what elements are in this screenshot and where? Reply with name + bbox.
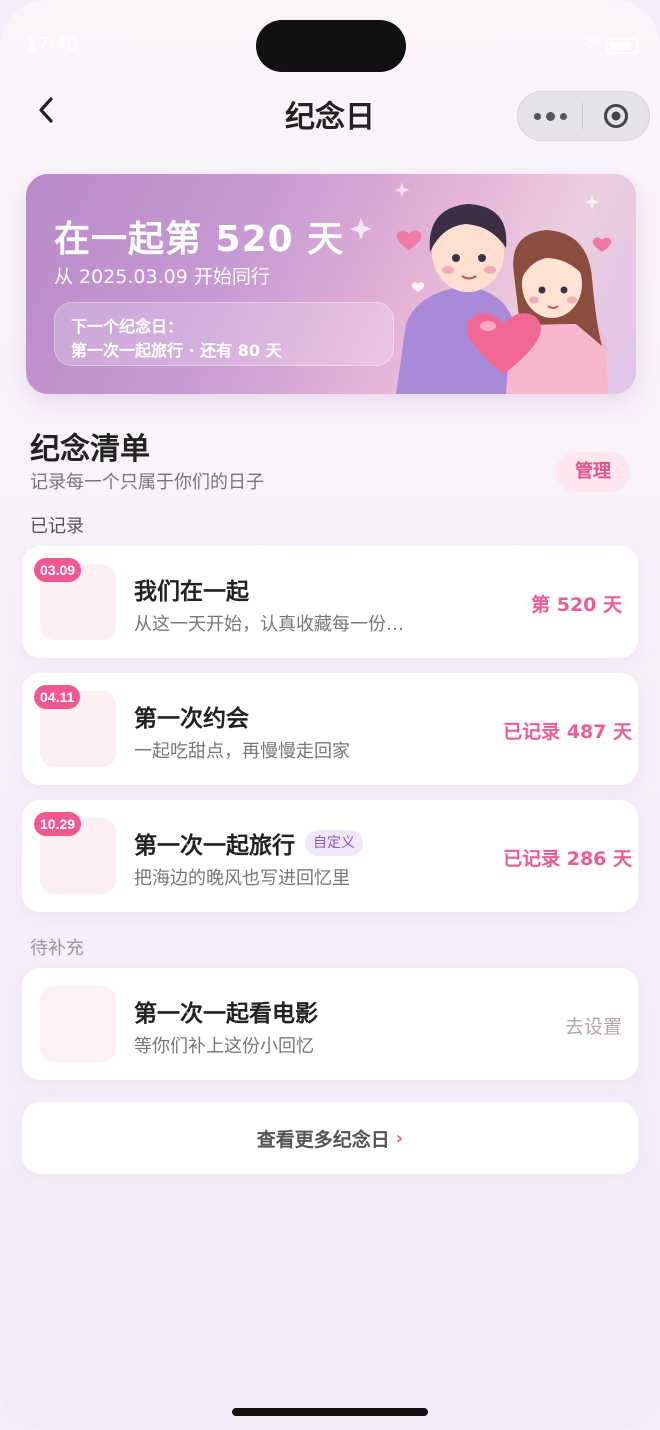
days-together-headline: 在一起第 520 天: [54, 219, 345, 260]
anniversary-banner[interactable]: 在一起第 520 天 从 2025.03.09 开始同行 下一个纪念日： 第一次…: [26, 174, 636, 394]
status-time: 17:40: [26, 34, 78, 55]
next-anniversary-box: 下一个纪念日： 第一次一起旅行 · 还有 80 天: [54, 302, 394, 366]
card-title: 第一次一起看电影: [134, 1001, 318, 1027]
view-more-button[interactable]: 查看更多纪念日 ›: [22, 1102, 638, 1174]
date-badge: 03.09: [34, 558, 82, 582]
view-more-label: 查看更多纪念日: [256, 1128, 390, 1151]
date-badge: 10.29: [34, 812, 82, 836]
card-title: 第一次一起旅行 自定义: [134, 826, 363, 860]
card-thumbnail: [40, 986, 116, 1062]
chevron-right-icon: ›: [395, 1127, 404, 1149]
recorded-group-label: 已记录: [30, 516, 84, 537]
card-description: 从这一天开始，认真收藏每一份…: [134, 614, 404, 635]
card-title: 我们在一起: [134, 579, 249, 605]
manage-button[interactable]: 管理: [556, 452, 630, 492]
dynamic-island: [256, 20, 406, 72]
section-subtitle: 记录每一个只属于你们的日子: [30, 472, 264, 493]
anniversary-card[interactable]: 04.11 第一次约会 一起吃甜点，再慢慢走回家 已记录 487 天: [22, 673, 638, 785]
anniversary-card[interactable]: 第一次一起看电影 等你们补上这份小回忆 去设置: [22, 968, 638, 1080]
start-date-text: 从 2025.03.09 开始同行: [54, 266, 270, 288]
day-count: 第 520 天: [531, 594, 622, 616]
more-options-button[interactable]: [518, 92, 582, 140]
section-title: 纪念清单: [30, 432, 150, 467]
home-indicator: [232, 1408, 428, 1416]
wifi-icon: [582, 36, 600, 50]
next-anniversary-info: 第一次一起旅行 · 还有 80 天: [71, 341, 282, 360]
card-title: 第一次约会: [134, 706, 249, 732]
set-up-link[interactable]: 去设置: [565, 1012, 622, 1039]
pending-group-label: 待补充: [30, 938, 84, 959]
target-circle-icon: [604, 104, 628, 128]
next-anniversary-label: 下一个纪念日：: [71, 317, 184, 336]
card-description: 等你们补上这份小回忆: [134, 1036, 314, 1057]
anniversary-card[interactable]: 10.29 第一次一起旅行 自定义 把海边的晚风也写进回忆里 已记录 286 天: [22, 800, 638, 912]
close-mini-program-button[interactable]: [583, 103, 649, 129]
day-count: 已记录 487 天: [503, 721, 632, 743]
card-description: 一起吃甜点，再慢慢走回家: [134, 741, 350, 762]
phone-screen: 17:40 纪念日 在一起第 520 天 从 2025.03.09 开始同行 下…: [0, 0, 660, 1430]
battery-icon: [606, 38, 638, 54]
anniversary-card[interactable]: 03.09 我们在一起 从这一天开始，认真收藏每一份… 第 520 天: [22, 546, 638, 658]
couple-illustration: [396, 204, 608, 394]
date-badge: 04.11: [34, 685, 81, 709]
mini-program-capsule: [517, 91, 650, 141]
day-count: 已记录 286 天: [503, 848, 632, 870]
card-description: 把海边的晚风也写进回忆里: [134, 868, 350, 889]
custom-tag: 自定义: [305, 830, 363, 856]
more-dots-icon: [533, 112, 541, 120]
